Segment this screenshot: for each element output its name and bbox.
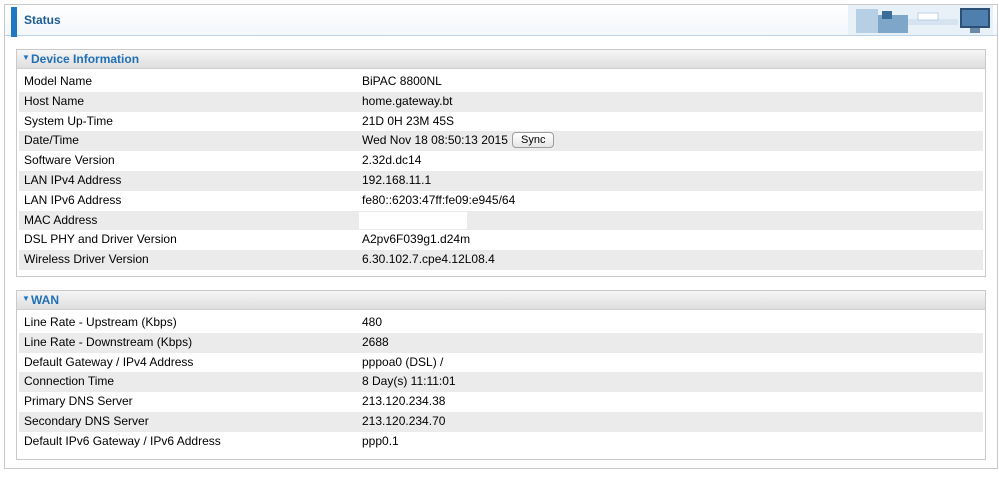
table-row: System Up-Time 21D 0H 23M 45S (19, 112, 983, 132)
row-value: 213.120.234.70 (362, 413, 446, 428)
row-value: 192.168.11.1 (362, 172, 432, 187)
row-value: Wed Nov 18 08:50:13 2015 (362, 133, 508, 148)
page-title: Status (24, 13, 61, 27)
table-row: Connection Time 8 Day(s) 11:11:01 (19, 372, 983, 393)
row-value: 21D 0H 23M 45S (362, 113, 455, 128)
row-value: BiPAC 8800NL (362, 74, 442, 88)
row-label: Host Name (24, 93, 85, 108)
row-value: 2688 (362, 334, 389, 349)
row-value: 213.120.234.38 (362, 394, 446, 409)
row-label: Primary DNS Server (24, 394, 133, 409)
table-row: Default IPv6 Gateway / IPv6 Address ppp0… (19, 432, 983, 452)
row-label: System Up-Time (24, 113, 113, 128)
row-value: 6.30.102.7.cpe4.12L08.4 (362, 252, 495, 267)
page-header: Status (5, 5, 997, 37)
row-value: fe80::6203:47ff:fe09:e945/64 (362, 192, 516, 207)
device-information-panel: ▼ Device Information Model Name BiPAC 88… (16, 49, 986, 277)
row-label: DSL PHY and Driver Version (24, 232, 177, 247)
redacted-value (459, 353, 529, 371)
row-value: pppoa0 (DSL) / (362, 354, 444, 369)
table-row: Software Version 2.32d.dc14 (19, 151, 983, 171)
table-row: Secondary DNS Server 213.120.234.70 (19, 411, 983, 432)
table-row: LAN IPv4 Address 192.168.11.1 (19, 170, 983, 191)
row-value: 8 Day(s) 11:11:01 (362, 374, 456, 389)
table-row: LAN IPv6 Address fe80::6203:47ff:fe09:e9… (19, 191, 983, 211)
table-row: Date/Time Wed Nov 18 08:50:13 2015 Sync (19, 131, 983, 152)
triangle-down-icon: ▼ (22, 294, 30, 303)
row-label: Model Name (24, 74, 93, 88)
row-value: home.gateway.bt (362, 93, 453, 108)
row-label: Default Gateway / IPv4 Address (24, 354, 194, 369)
table-row: Default Gateway / IPv4 Address pppoa0 (D… (19, 353, 983, 373)
row-value: 2.32d.dc14 (362, 153, 422, 168)
table-row: DSL PHY and Driver Version A2pv6F039g1.d… (19, 230, 983, 250)
row-label: Line Rate - Upstream (Kbps) (24, 315, 177, 329)
sync-button[interactable]: Sync (512, 132, 555, 149)
table-row: MAC Address (19, 210, 983, 231)
row-label: Line Rate - Downstream (Kbps) (24, 334, 193, 349)
row-label: Secondary DNS Server (24, 413, 149, 428)
device-information-header[interactable]: ▼ Device Information (17, 50, 985, 69)
row-label: Software Version (24, 153, 115, 168)
row-label: MAC Address (24, 212, 98, 227)
row-label: Wireless Driver Version (24, 252, 149, 267)
title-accent-bar (11, 7, 17, 37)
wan-title: WAN (31, 293, 59, 307)
table-row: Primary DNS Server 213.120.234.38 (19, 392, 983, 412)
row-value: ppp0.1 (362, 433, 399, 448)
redacted-value (359, 211, 467, 229)
office-desk-illustration (848, 5, 993, 35)
table-row: Host Name home.gateway.bt (19, 91, 983, 112)
triangle-down-icon: ▼ (22, 53, 30, 62)
row-label: Default IPv6 Gateway / IPv6 Address (24, 433, 221, 448)
table-row: Line Rate - Downstream (Kbps) 2688 (19, 332, 983, 353)
table-row: Line Rate - Upstream (Kbps) 480 (19, 313, 983, 333)
table-row: Model Name BiPAC 8800NL (19, 72, 983, 92)
wan-header[interactable]: ▼ WAN (17, 291, 985, 310)
row-value: A2pv6F039g1.d24m (362, 232, 471, 247)
wan-panel: ▼ WAN Line Rate - Upstream (Kbps) 480 Li… (16, 290, 986, 460)
status-page: Status ▼ Device Information Model Name B… (4, 4, 998, 469)
table-row: Wireless Driver Version 6.30.102.7.cpe4.… (19, 250, 983, 270)
row-label: Date/Time (24, 133, 79, 148)
row-label: Connection Time (24, 374, 115, 389)
row-value: 480 (362, 315, 383, 329)
row-label: LAN IPv6 Address (24, 192, 122, 207)
row-label: LAN IPv4 Address (24, 172, 122, 187)
device-information-title: Device Information (31, 52, 140, 66)
